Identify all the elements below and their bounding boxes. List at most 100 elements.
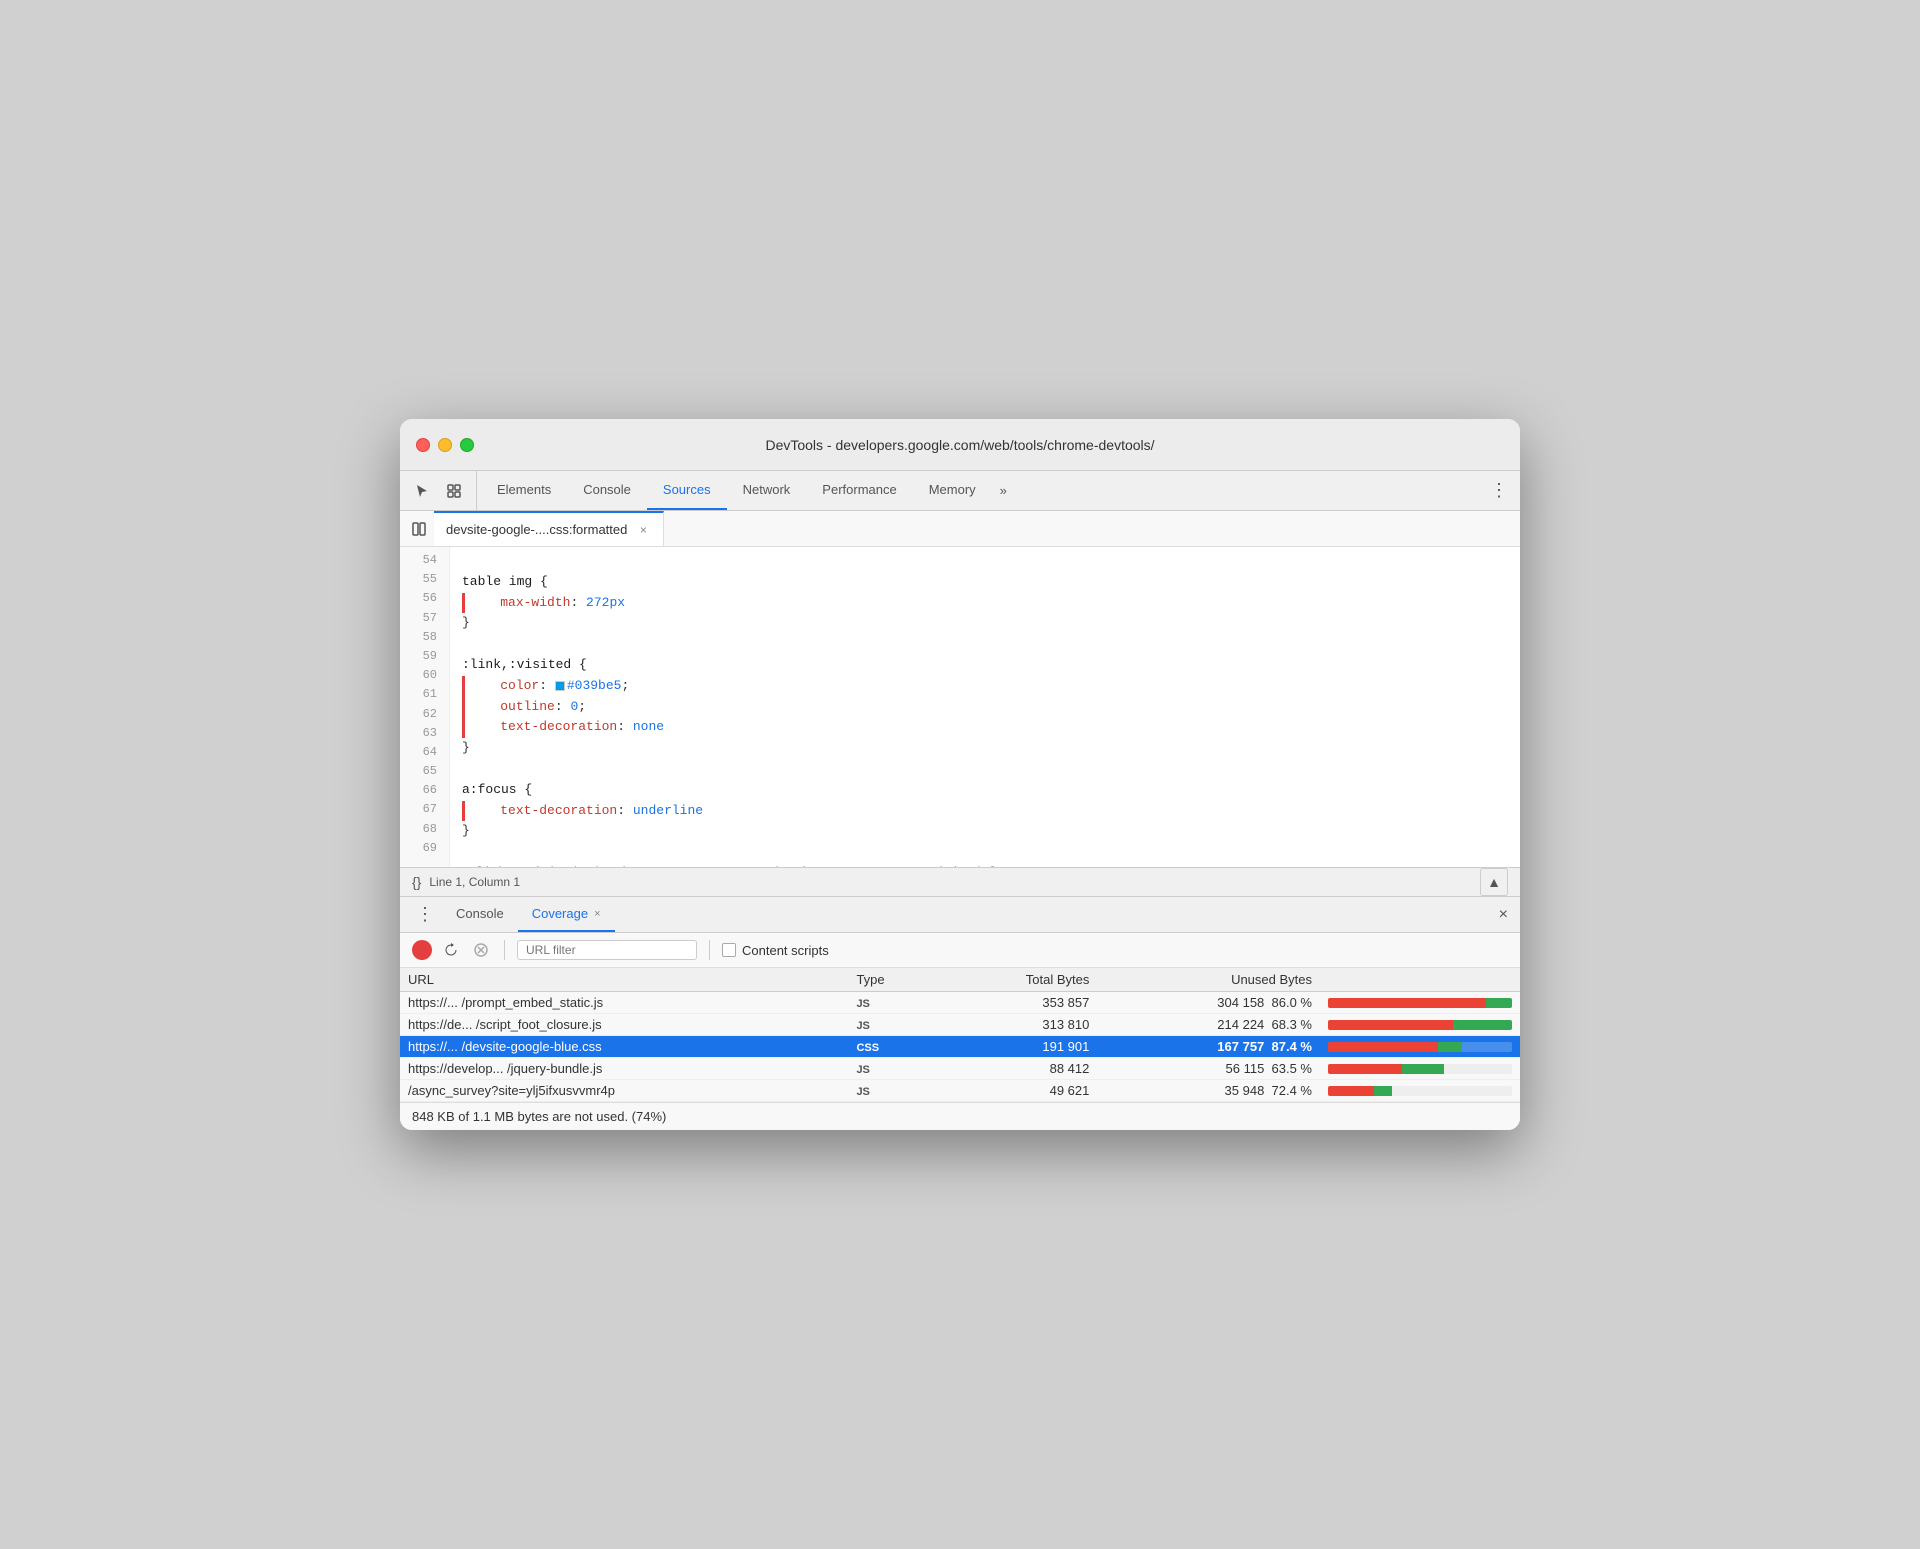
coverage-footer: 848 KB of 1.1 MB bytes are not used. (74… [400, 1102, 1520, 1130]
coverage-tab-close[interactable]: × [594, 908, 600, 920]
bottom-tab-console[interactable]: Console [442, 897, 518, 932]
content-scripts-checkbox[interactable] [722, 943, 736, 957]
row-bar [1320, 992, 1520, 1014]
code-line-59: :link,:visited { [462, 655, 1520, 676]
row-total-bytes: 313 810 [937, 1014, 1097, 1036]
code-line-62: text-decoration: none [462, 717, 1520, 738]
title-bar: DevTools - developers.google.com/web/too… [400, 419, 1520, 471]
col-type: Type [848, 968, 937, 992]
url-filter-input[interactable] [517, 940, 697, 960]
code-line-58 [462, 634, 1520, 655]
code-editor: 54 55 56 57 58 59 60 61 62 63 64 65 66 6… [400, 547, 1520, 867]
file-tab-bar: devsite-google-....css:formatted × [400, 511, 1520, 547]
record-button[interactable] [412, 940, 432, 960]
col-bar [1320, 968, 1520, 992]
tab-console[interactable]: Console [567, 471, 647, 510]
row-url: /async_survey?site=ylj5ifxusvvmr4p [400, 1080, 848, 1102]
row-type: JS [848, 1080, 937, 1102]
row-total-bytes: 88 412 [937, 1058, 1097, 1080]
row-unused-bytes: 167 757 87.4 % [1097, 1036, 1320, 1058]
code-lines: table img { max-width: 272px } :link,:vi… [450, 547, 1520, 867]
code-line-69: a:link,a:visited, devsite-toast-content … [462, 863, 1262, 867]
code-line-61: outline: 0; [462, 697, 1520, 718]
row-unused-bytes: 56 115 63.5 % [1097, 1058, 1320, 1080]
code-line-67: } [462, 821, 1520, 842]
tab-sources[interactable]: Sources [647, 471, 727, 510]
row-unused-bytes: 214 224 68.3 % [1097, 1014, 1320, 1036]
bottom-tab-coverage[interactable]: Coverage × [518, 897, 615, 932]
inspect-icon[interactable] [440, 477, 468, 505]
file-tab-close[interactable]: × [635, 522, 651, 538]
coverage-table: URL Type Total Bytes Unused Bytes https:… [400, 968, 1520, 1102]
tab-more[interactable]: » [992, 471, 1015, 510]
color-swatch [555, 681, 565, 691]
row-bar [1320, 1058, 1520, 1080]
bottom-tab-bar: ⋮ Console Coverage × × [400, 897, 1520, 933]
row-bar [1320, 1036, 1520, 1058]
status-bar: {} Line 1, Column 1 ▲ [400, 867, 1520, 897]
devtools-tab-bar: Elements Console Sources Network Perform… [400, 471, 1520, 511]
code-line-64 [462, 759, 1520, 780]
cursor-position: Line 1, Column 1 [429, 875, 520, 889]
tab-performance[interactable]: Performance [806, 471, 912, 510]
minimize-button[interactable] [438, 438, 452, 452]
cursor-icon[interactable] [408, 477, 436, 505]
table-row[interactable]: https://... /devsite-google-blue.css CSS… [400, 1036, 1520, 1058]
tab-elements[interactable]: Elements [481, 471, 567, 510]
panel-icon [404, 511, 434, 546]
row-total-bytes: 49 621 [937, 1080, 1097, 1102]
bottom-panel-close[interactable]: × [1487, 897, 1520, 932]
devtools-menu-button[interactable]: ⋮ [1478, 471, 1520, 510]
col-url: URL [400, 968, 848, 992]
scroll-to-top-button[interactable]: ▲ [1480, 868, 1508, 896]
row-bar [1320, 1080, 1520, 1102]
row-total-bytes: 353 857 [937, 992, 1097, 1014]
content-scripts-label: Content scripts [722, 943, 829, 958]
tab-icons [408, 471, 477, 510]
row-total-bytes: 191 901 [937, 1036, 1097, 1058]
code-line-55: table img { [462, 572, 1520, 593]
tab-memory[interactable]: Memory [913, 471, 992, 510]
table-row[interactable]: https://de... /script_foot_closure.js JS… [400, 1014, 1520, 1036]
format-icon: {} [412, 874, 421, 890]
clear-icon[interactable] [470, 939, 492, 961]
code-line-60: color: #039be5; [462, 676, 1520, 697]
coverage-toolbar: Content scripts [400, 933, 1520, 968]
bottom-panel: ⋮ Console Coverage × × [400, 897, 1520, 1130]
tab-network[interactable]: Network [727, 471, 807, 510]
col-total-bytes: Total Bytes [937, 968, 1097, 992]
col-unused-bytes: Unused Bytes [1097, 968, 1320, 992]
traffic-lights [400, 438, 474, 452]
row-type: JS [848, 992, 937, 1014]
code-line-56: max-width: 272px [462, 593, 1520, 614]
code-line-63: } [462, 738, 1520, 759]
table-row[interactable]: /async_survey?site=ylj5ifxusvvmr4p JS 49… [400, 1080, 1520, 1102]
table-row[interactable]: https://... /prompt_embed_static.js JS 3… [400, 992, 1520, 1014]
code-line-68 [462, 842, 1520, 863]
row-type: JS [848, 1058, 937, 1080]
row-url: https://... /prompt_embed_static.js [400, 992, 848, 1014]
file-tab-active[interactable]: devsite-google-....css:formatted × [434, 511, 664, 546]
close-button[interactable] [416, 438, 430, 452]
table-row[interactable]: https://develop... /jquery-bundle.js JS … [400, 1058, 1520, 1080]
row-url: https://... /devsite-google-blue.css [400, 1036, 848, 1058]
line-numbers: 54 55 56 57 58 59 60 61 62 63 64 65 66 6… [400, 547, 450, 867]
coverage-table-container: URL Type Total Bytes Unused Bytes https:… [400, 968, 1520, 1102]
row-type: JS [848, 1014, 937, 1036]
file-tab-name: devsite-google-....css:formatted [446, 522, 627, 537]
table-header-row: URL Type Total Bytes Unused Bytes [400, 968, 1520, 992]
window-title: DevTools - developers.google.com/web/too… [765, 437, 1154, 453]
devtools-window: DevTools - developers.google.com/web/too… [400, 419, 1520, 1130]
row-unused-bytes: 304 158 86.0 % [1097, 992, 1320, 1014]
row-bar [1320, 1014, 1520, 1036]
code-line-54 [462, 551, 1520, 572]
code-line-65: a:focus { [462, 780, 1520, 801]
row-url: https://develop... /jquery-bundle.js [400, 1058, 848, 1080]
row-url: https://de... /script_foot_closure.js [400, 1014, 848, 1036]
maximize-button[interactable] [460, 438, 474, 452]
bottom-panel-menu[interactable]: ⋮ [408, 897, 442, 932]
reload-icon[interactable] [440, 939, 462, 961]
code-line-57: } [462, 613, 1520, 634]
row-type: CSS [848, 1036, 937, 1058]
row-unused-bytes: 35 948 72.4 % [1097, 1080, 1320, 1102]
